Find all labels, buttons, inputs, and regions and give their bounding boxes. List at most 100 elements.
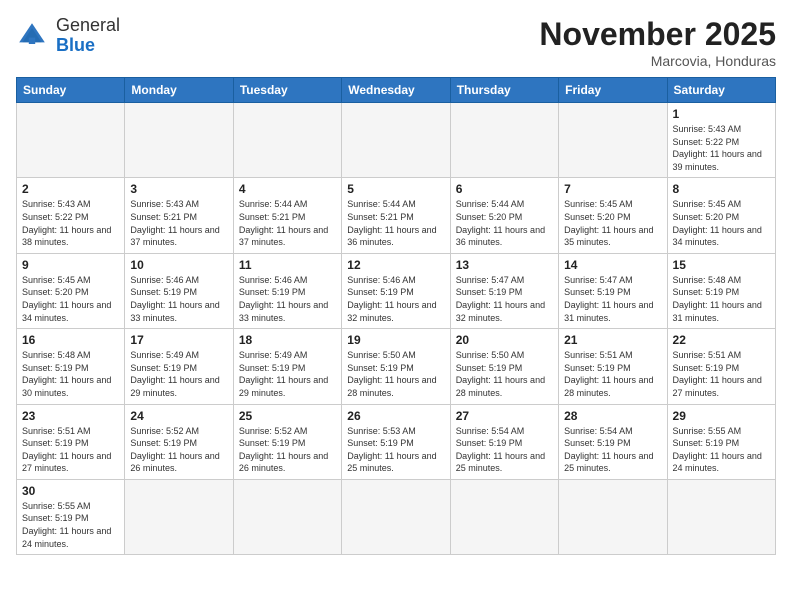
- day-info: Sunrise: 5:51 AMSunset: 5:19 PMDaylight:…: [22, 425, 119, 475]
- day-number: 11: [239, 258, 336, 272]
- day-number: 15: [673, 258, 770, 272]
- day-number: 10: [130, 258, 227, 272]
- calendar-cell: 22Sunrise: 5:51 AMSunset: 5:19 PMDayligh…: [667, 329, 775, 404]
- calendar-cell: [17, 103, 125, 178]
- logo: General Blue: [16, 16, 120, 56]
- day-info: Sunrise: 5:43 AMSunset: 5:22 PMDaylight:…: [673, 123, 770, 173]
- calendar-cell: 17 Sunrise: 5:49 AMSunset: 5:19 PMDayligh…: [125, 329, 233, 404]
- day-info: Sunrise: 5:51 AMSunset: 5:19 PMDaylight:…: [564, 349, 661, 399]
- calendar-week-5: 23 Sunrise: 5:51 AMSunset: 5:19 PMDayligh…: [17, 404, 776, 479]
- logo-blue: Blue: [56, 36, 120, 56]
- day-info: Sunrise: 5:52 AMSunset: 5:19 PMDaylight:…: [130, 425, 227, 475]
- day-header-saturday: Saturday: [667, 78, 775, 103]
- day-info: Sunrise: 5:49 AMSunset: 5:19 PMDaylight:…: [239, 349, 336, 399]
- day-number: 25: [239, 409, 336, 423]
- calendar-cell: 7 Sunrise: 5:45 AMSunset: 5:20 PMDaylight…: [559, 178, 667, 253]
- day-number: 30: [22, 484, 119, 498]
- day-number: 12: [347, 258, 444, 272]
- day-info: Sunrise: 5:50 AMSunset: 5:19 PMDaylight:…: [347, 349, 444, 399]
- calendar-cell: 1Sunrise: 5:43 AMSunset: 5:22 PMDaylight…: [667, 103, 775, 178]
- day-info: Sunrise: 5:54 AMSunset: 5:19 PMDaylight:…: [456, 425, 553, 475]
- logo-icon: [16, 20, 48, 52]
- calendar-cell: 5 Sunrise: 5:44 AMSunset: 5:21 PMDaylight…: [342, 178, 450, 253]
- calendar-cell: 9 Sunrise: 5:45 AMSunset: 5:20 PMDaylight…: [17, 253, 125, 328]
- day-number: 6: [456, 182, 553, 196]
- calendar-cell: [559, 479, 667, 554]
- day-info: Sunrise: 5:53 AMSunset: 5:19 PMDaylight:…: [347, 425, 444, 475]
- day-info: Sunrise: 5:51 AMSunset: 5:19 PMDaylight:…: [673, 349, 770, 399]
- day-info: Sunrise: 5:45 AMSunset: 5:20 PMDaylight:…: [564, 198, 661, 248]
- day-info: Sunrise: 5:46 AMSunset: 5:19 PMDaylight:…: [130, 274, 227, 324]
- day-info: Sunrise: 5:49 AMSunset: 5:19 PMDaylight:…: [130, 349, 227, 399]
- calendar-cell: 16 Sunrise: 5:48 AMSunset: 5:19 PMDayligh…: [17, 329, 125, 404]
- calendar-cell: 19 Sunrise: 5:50 AMSunset: 5:19 PMDayligh…: [342, 329, 450, 404]
- calendar-cell: 27 Sunrise: 5:54 AMSunset: 5:19 PMDayligh…: [450, 404, 558, 479]
- day-info: Sunrise: 5:45 AMSunset: 5:20 PMDaylight:…: [673, 198, 770, 248]
- day-info: Sunrise: 5:52 AMSunset: 5:19 PMDaylight:…: [239, 425, 336, 475]
- day-info: Sunrise: 5:44 AMSunset: 5:20 PMDaylight:…: [456, 198, 553, 248]
- calendar-cell: 28 Sunrise: 5:54 AMSunset: 5:19 PMDayligh…: [559, 404, 667, 479]
- calendar-cell: 12Sunrise: 5:46 AMSunset: 5:19 PMDayligh…: [342, 253, 450, 328]
- calendar-week-2: 2Sunrise: 5:43 AMSunset: 5:22 PMDaylight…: [17, 178, 776, 253]
- day-number: 14: [564, 258, 661, 272]
- calendar-cell: 29 Sunrise: 5:55 AMSunset: 5:19 PMDayligh…: [667, 404, 775, 479]
- calendar-cell: 24 Sunrise: 5:52 AMSunset: 5:19 PMDayligh…: [125, 404, 233, 479]
- calendar-cell: [450, 103, 558, 178]
- day-number: 19: [347, 333, 444, 347]
- calendar-cell: [559, 103, 667, 178]
- day-number: 23: [22, 409, 119, 423]
- calendar-cell: 18 Sunrise: 5:49 AMSunset: 5:19 PMDayligh…: [233, 329, 341, 404]
- calendar-week-1: 1Sunrise: 5:43 AMSunset: 5:22 PMDaylight…: [17, 103, 776, 178]
- day-number: 9: [22, 258, 119, 272]
- calendar: SundayMondayTuesdayWednesdayThursdayFrid…: [16, 77, 776, 555]
- day-info: Sunrise: 5:44 AMSunset: 5:21 PMDaylight:…: [347, 198, 444, 248]
- day-header-sunday: Sunday: [17, 78, 125, 103]
- day-number: 24: [130, 409, 227, 423]
- calendar-cell: 15 Sunrise: 5:48 AMSunset: 5:19 PMDayligh…: [667, 253, 775, 328]
- day-number: 16: [22, 333, 119, 347]
- calendar-cell: 26 Sunrise: 5:53 AMSunset: 5:19 PMDayligh…: [342, 404, 450, 479]
- day-header-wednesday: Wednesday: [342, 78, 450, 103]
- calendar-cell: 6 Sunrise: 5:44 AMSunset: 5:20 PMDaylight…: [450, 178, 558, 253]
- day-info: Sunrise: 5:54 AMSunset: 5:19 PMDaylight:…: [564, 425, 661, 475]
- day-info: Sunrise: 5:50 AMSunset: 5:19 PMDaylight:…: [456, 349, 553, 399]
- day-header-friday: Friday: [559, 78, 667, 103]
- day-header-monday: Monday: [125, 78, 233, 103]
- day-number: 18: [239, 333, 336, 347]
- day-number: 3: [130, 182, 227, 196]
- calendar-cell: 20 Sunrise: 5:50 AMSunset: 5:19 PMDayligh…: [450, 329, 558, 404]
- calendar-week-6: 30Sunrise: 5:55 AMSunset: 5:19 PMDayligh…: [17, 479, 776, 554]
- calendar-cell: 14 Sunrise: 5:47 AMSunset: 5:19 PMDayligh…: [559, 253, 667, 328]
- day-number: 20: [456, 333, 553, 347]
- day-number: 5: [347, 182, 444, 196]
- day-number: 28: [564, 409, 661, 423]
- day-number: 29: [673, 409, 770, 423]
- calendar-cell: [342, 479, 450, 554]
- day-number: 26: [347, 409, 444, 423]
- day-info: Sunrise: 5:46 AMSunset: 5:19 PMDaylight:…: [239, 274, 336, 324]
- calendar-cell: [233, 479, 341, 554]
- day-info: Sunrise: 5:44 AMSunset: 5:21 PMDaylight:…: [239, 198, 336, 248]
- calendar-cell: 2Sunrise: 5:43 AMSunset: 5:22 PMDaylight…: [17, 178, 125, 253]
- calendar-cell: [450, 479, 558, 554]
- day-info: Sunrise: 5:48 AMSunset: 5:19 PMDaylight:…: [673, 274, 770, 324]
- day-number: 27: [456, 409, 553, 423]
- day-number: 4: [239, 182, 336, 196]
- day-number: 17: [130, 333, 227, 347]
- day-info: Sunrise: 5:43 AMSunset: 5:22 PMDaylight:…: [22, 198, 119, 248]
- calendar-cell: [667, 479, 775, 554]
- day-info: Sunrise: 5:55 AMSunset: 5:19 PMDaylight:…: [673, 425, 770, 475]
- day-info: Sunrise: 5:45 AMSunset: 5:20 PMDaylight:…: [22, 274, 119, 324]
- day-info: Sunrise: 5:47 AMSunset: 5:19 PMDaylight:…: [456, 274, 553, 324]
- day-number: 7: [564, 182, 661, 196]
- calendar-cell: 10 Sunrise: 5:46 AMSunset: 5:19 PMDayligh…: [125, 253, 233, 328]
- day-info: Sunrise: 5:47 AMSunset: 5:19 PMDaylight:…: [564, 274, 661, 324]
- calendar-cell: 11 Sunrise: 5:46 AMSunset: 5:19 PMDayligh…: [233, 253, 341, 328]
- calendar-cell: [125, 103, 233, 178]
- day-info: Sunrise: 5:48 AMSunset: 5:19 PMDaylight:…: [22, 349, 119, 399]
- calendar-cell: 21Sunrise: 5:51 AMSunset: 5:19 PMDayligh…: [559, 329, 667, 404]
- day-number: 13: [456, 258, 553, 272]
- calendar-cell: 25 Sunrise: 5:52 AMSunset: 5:19 PMDayligh…: [233, 404, 341, 479]
- calendar-week-4: 16 Sunrise: 5:48 AMSunset: 5:19 PMDayligh…: [17, 329, 776, 404]
- calendar-cell: [342, 103, 450, 178]
